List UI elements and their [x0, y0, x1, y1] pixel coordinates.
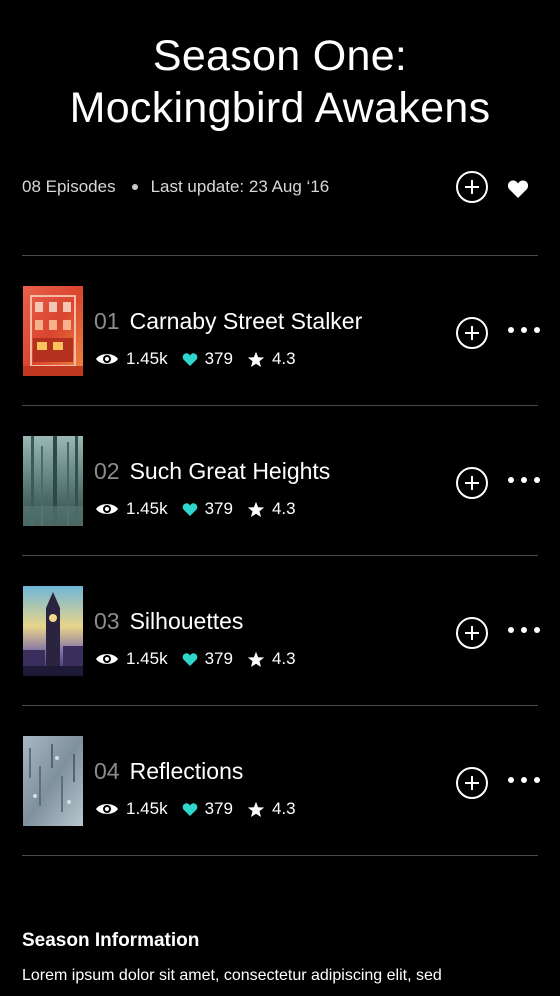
- eye-icon: [96, 504, 118, 514]
- more-options-button[interactable]: [508, 475, 540, 485]
- season-info-text: Lorem ipsum dolor sit amet, consectetur …: [22, 967, 442, 984]
- season-title-line-1: Season One:: [152, 32, 408, 80]
- likes-count: 379: [204, 349, 233, 368]
- episode-stats: 1.45k 379 4.3: [95, 798, 310, 820]
- heart-icon: [182, 802, 197, 816]
- episode-thumbnail[interactable]: [23, 286, 83, 376]
- last-update: Last update: 23 Aug ‘16: [150, 177, 330, 196]
- season-info-heading: Season Information: [22, 930, 200, 951]
- rating-value: 4.3: [271, 799, 296, 818]
- add-episode-button[interactable]: [456, 767, 488, 799]
- heart-icon: [182, 652, 197, 666]
- dot-icon: [508, 327, 514, 333]
- likes-count: 379: [204, 649, 233, 668]
- views-count: 1.45k: [126, 649, 168, 668]
- episode-row[interactable]: 03 Silhouettes 1.45k 379 4.3: [0, 555, 560, 705]
- more-options-button[interactable]: [508, 325, 540, 335]
- season-title-line-2: Mockingbird Awakens: [69, 84, 491, 132]
- add-episode-button[interactable]: [456, 467, 488, 499]
- eye-icon: [96, 804, 118, 814]
- views-count: 1.45k: [126, 349, 168, 368]
- episode-count: 08 Episodes: [22, 177, 116, 196]
- dot-icon: [508, 627, 514, 633]
- likes-count: 379: [204, 499, 233, 518]
- episode-name: Reflections: [129, 758, 244, 784]
- season-title: Season One: Mockingbird Awakens: [0, 30, 560, 134]
- episode-stats: 1.45k 379 4.3: [95, 498, 310, 520]
- episode-title[interactable]: 04 Reflections: [94, 757, 243, 785]
- star-icon: [247, 501, 265, 517]
- rating-value: 4.3: [271, 349, 296, 368]
- episode-number: 01: [94, 308, 120, 334]
- episode-title[interactable]: 03 Silhouettes: [94, 607, 243, 635]
- plus-icon: [465, 476, 479, 490]
- separator-dot: [131, 184, 138, 190]
- episode-number: 03: [94, 608, 120, 634]
- plus-icon: [465, 180, 479, 194]
- eye-icon: [96, 354, 118, 364]
- favorite-season-button[interactable]: [507, 179, 529, 199]
- add-episode-button[interactable]: [456, 617, 488, 649]
- heart-icon: [507, 180, 529, 198]
- episode-title[interactable]: 02 Such Great Heights: [94, 457, 330, 485]
- divider: [22, 855, 538, 856]
- views-count: 1.45k: [126, 799, 168, 818]
- plus-icon: [465, 326, 479, 340]
- episode-number: 04: [94, 758, 120, 784]
- season-meta: 08 Episodes Last update: 23 Aug ‘16: [22, 176, 329, 198]
- plus-icon: [465, 776, 479, 790]
- rating-value: 4.3: [271, 499, 296, 518]
- star-icon: [247, 651, 265, 667]
- add-episode-button[interactable]: [456, 317, 488, 349]
- dot-icon: [534, 327, 540, 333]
- more-options-button[interactable]: [508, 775, 540, 785]
- dot-icon: [534, 627, 540, 633]
- star-icon: [247, 801, 265, 817]
- episode-row[interactable]: 04 Reflections 1.45k 379 4.3: [0, 705, 560, 855]
- episode-thumbnail[interactable]: [23, 586, 83, 676]
- episode-thumbnail[interactable]: [23, 436, 83, 526]
- add-season-button[interactable]: [456, 171, 488, 203]
- rating-value: 4.3: [271, 649, 296, 668]
- dot-icon: [508, 477, 514, 483]
- star-icon: [247, 351, 265, 367]
- views-count: 1.45k: [126, 499, 168, 518]
- episode-name: Such Great Heights: [129, 458, 331, 484]
- plus-icon: [465, 626, 479, 640]
- dot-icon: [521, 627, 527, 633]
- episode-row[interactable]: 01 Carnaby Street Stalker 1.45k 379 4.3: [0, 255, 560, 405]
- dot-icon: [534, 777, 540, 783]
- likes-count: 379: [204, 799, 233, 818]
- more-options-button[interactable]: [508, 625, 540, 635]
- heart-icon: [182, 352, 197, 366]
- dot-icon: [521, 327, 527, 333]
- episode-title[interactable]: 01 Carnaby Street Stalker: [94, 307, 362, 335]
- episode-stats: 1.45k 379 4.3: [95, 648, 310, 670]
- episode-number: 02: [94, 458, 120, 484]
- episode-stats: 1.45k 379 4.3: [95, 348, 310, 370]
- dot-icon: [534, 477, 540, 483]
- episode-name: Silhouettes: [129, 608, 244, 634]
- eye-icon: [96, 654, 118, 664]
- heart-icon: [182, 502, 197, 516]
- dot-icon: [521, 777, 527, 783]
- episode-name: Carnaby Street Stalker: [129, 308, 363, 334]
- dot-icon: [508, 777, 514, 783]
- episode-thumbnail[interactable]: [23, 736, 83, 826]
- episode-row[interactable]: 02 Such Great Heights 1.45k 379 4.3: [0, 405, 560, 555]
- dot-icon: [521, 477, 527, 483]
